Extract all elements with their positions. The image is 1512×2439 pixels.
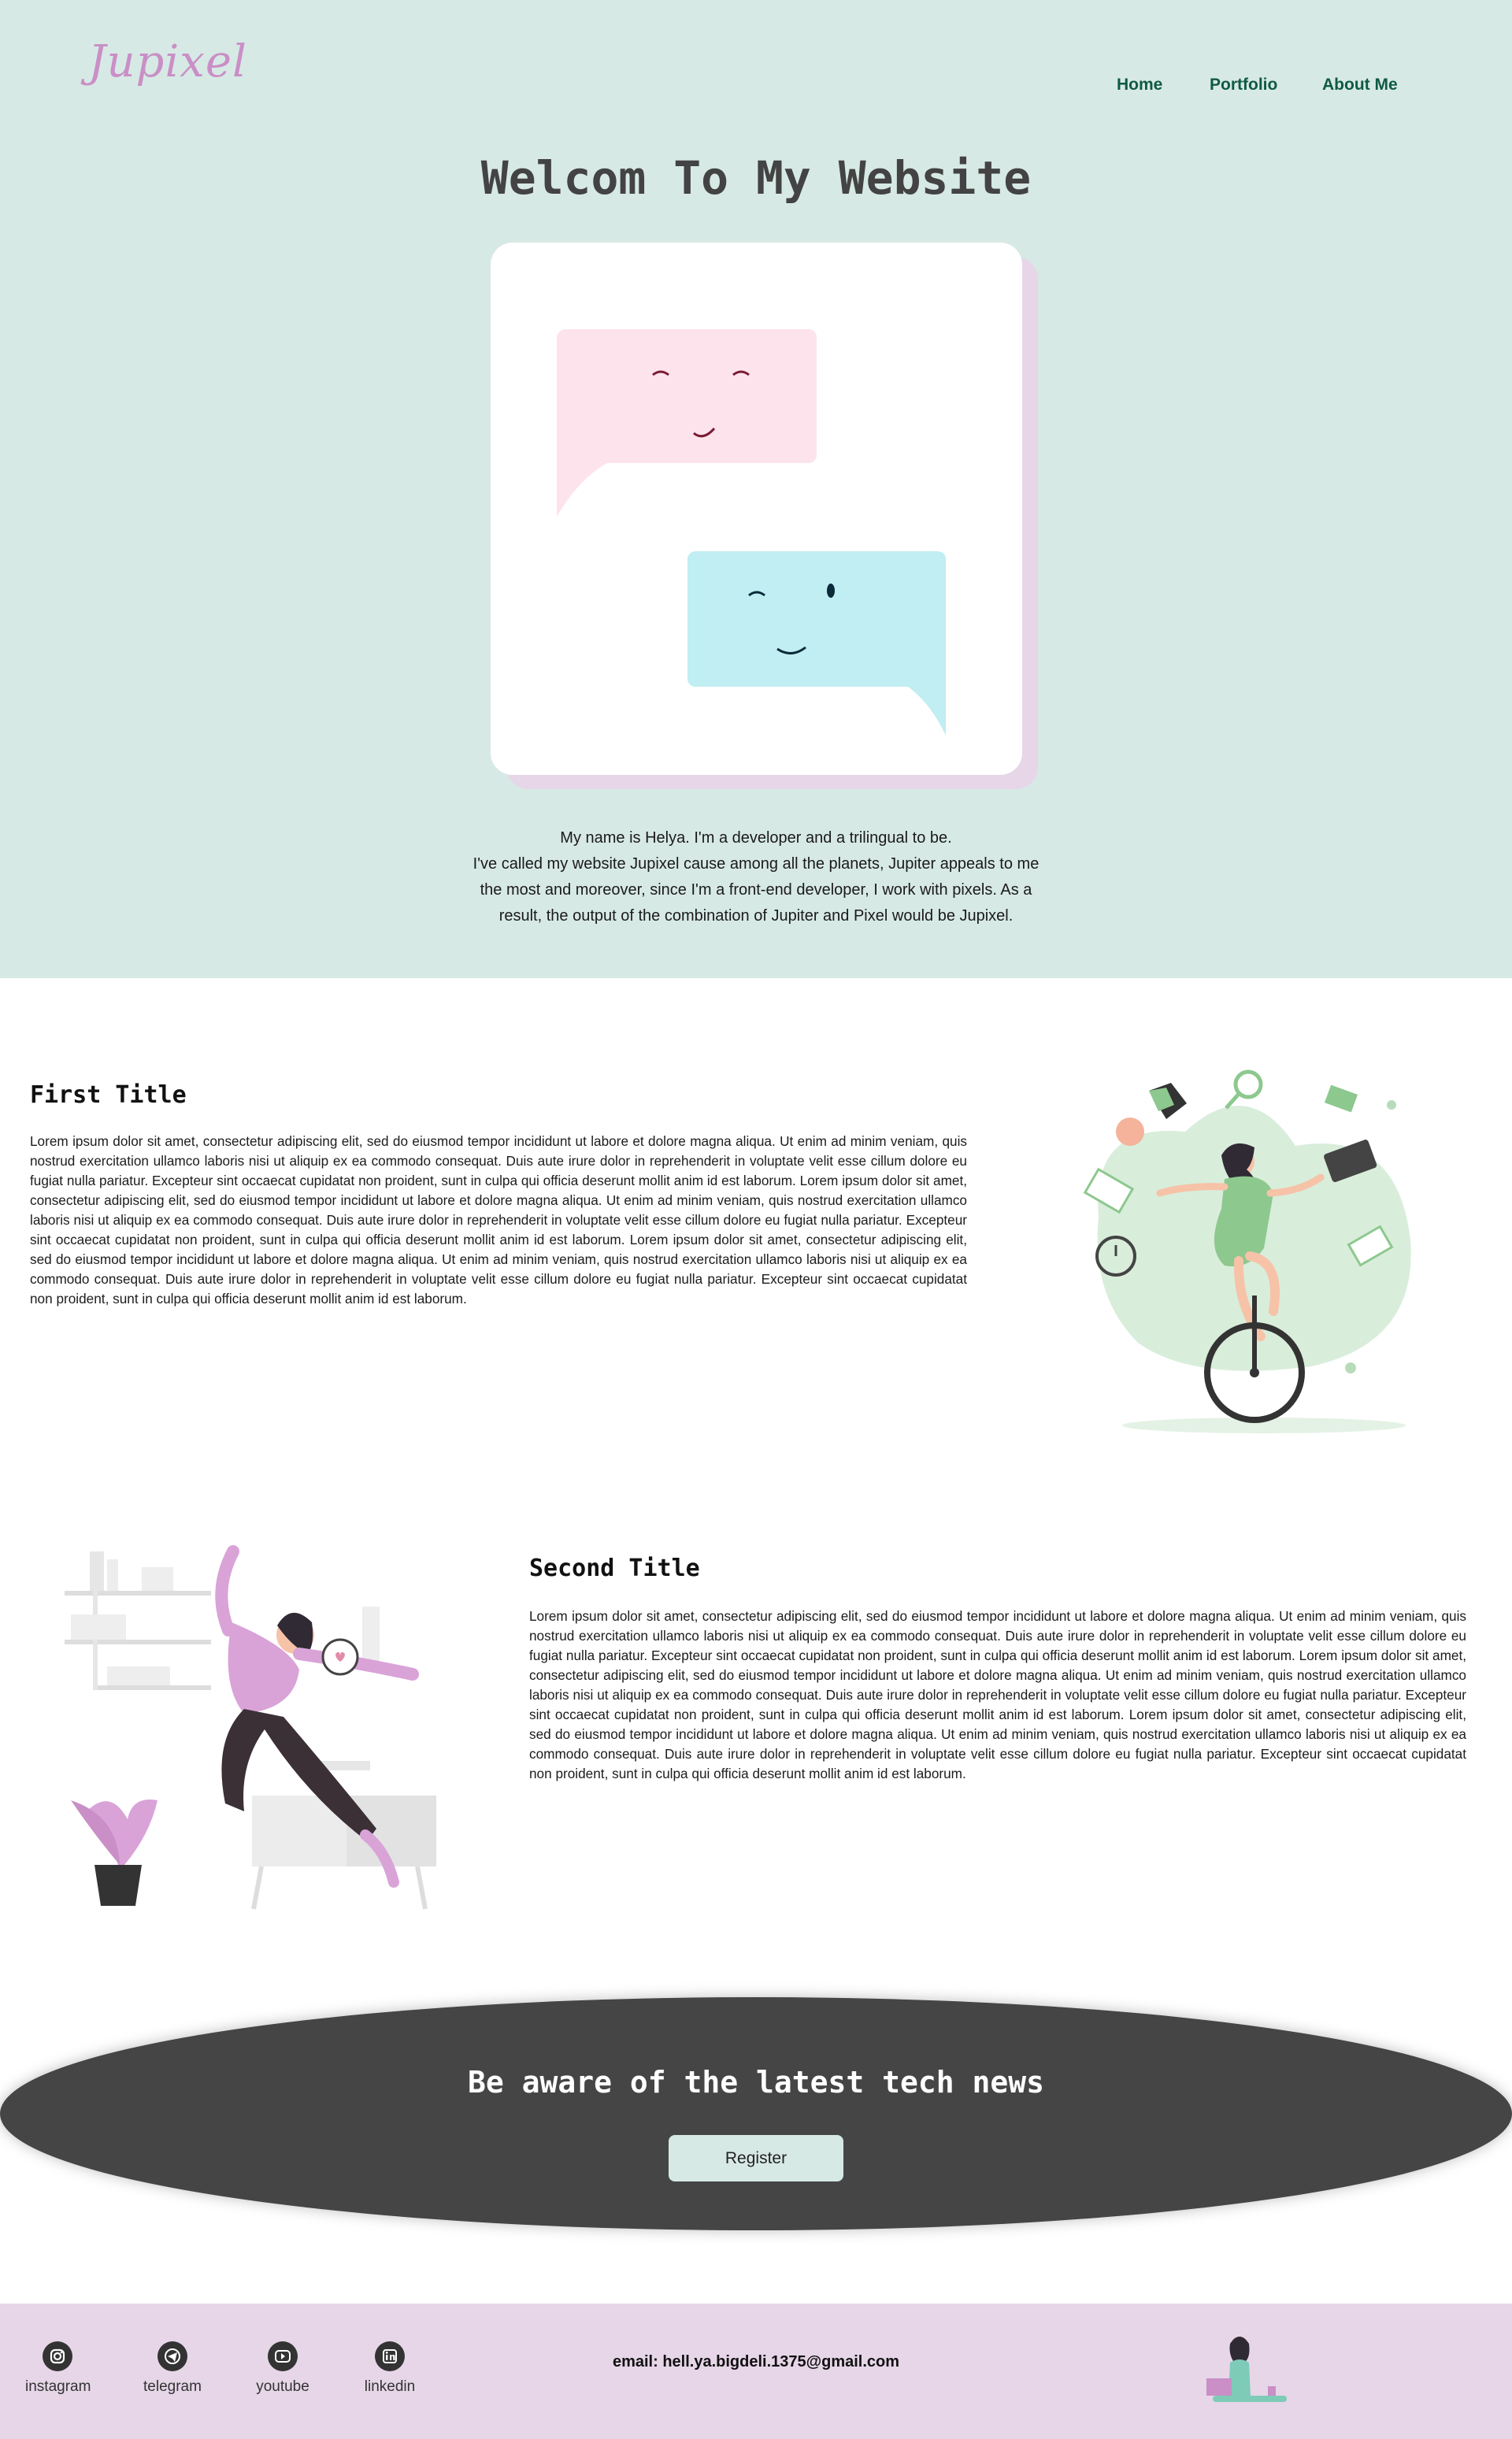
- chat-illustration-card: [491, 243, 1022, 775]
- chat-bubbles-illustration: [557, 328, 946, 736]
- section-1-title: First Title: [30, 1081, 187, 1109]
- social-link-instagram[interactable]: instagram: [25, 2341, 91, 2396]
- section-1-text: Lorem ipsum dolor sit amet, consectetur …: [30, 1133, 967, 1307]
- hero-title: Welcom To My Website: [480, 151, 1032, 205]
- telegram-icon: [158, 2341, 187, 2371]
- linkedin-icon: [375, 2341, 405, 2371]
- contact-email: email: hell.ya.bigdeli.1375@gmail.com: [612, 2353, 900, 2370]
- social-label: linkedin: [364, 2378, 416, 2395]
- social-label: youtube: [256, 2378, 309, 2395]
- bio-text: My name is Helya. I'm a developer and a …: [441, 825, 1071, 929]
- newsletter-title: Be aware of the latest tech news: [467, 2065, 1045, 2100]
- social-label: telegram: [143, 2378, 202, 2395]
- social-label: instagram: [25, 2378, 91, 2395]
- nav-about-link[interactable]: About Me: [1322, 76, 1398, 95]
- nav-home-link[interactable]: Home: [1117, 76, 1162, 95]
- section-2-text: Lorem ipsum dolor sit amet, consectetur …: [529, 1608, 1466, 1781]
- nav-portfolio-link[interactable]: Portfolio: [1210, 76, 1277, 95]
- dancing-woman-illustration: [65, 1545, 436, 1910]
- unicycle-woman-illustration: [1083, 1069, 1411, 1433]
- social-link-telegram[interactable]: telegram: [139, 2341, 206, 2396]
- social-link-linkedin[interactable]: linkedin: [359, 2341, 421, 2396]
- main-nav: Home Portfolio About Me: [1071, 76, 1512, 101]
- bio-line: I've called my website Jupixel cause amo…: [472, 855, 1040, 873]
- section-2-title: Second Title: [529, 1555, 700, 1582]
- woman-laptop-avatar: [1206, 2337, 1287, 2402]
- social-link-youtube[interactable]: youtube: [250, 2341, 315, 2396]
- bio-line: result, the output of the combination of…: [498, 907, 1014, 925]
- newsletter-banner: [0, 1997, 1512, 2230]
- register-button[interactable]: Register: [669, 2135, 843, 2181]
- instagram-icon: [43, 2341, 72, 2371]
- youtube-icon: [268, 2341, 298, 2371]
- bio-line: the most and moreover, since I'm a front…: [480, 881, 1032, 899]
- site-logo[interactable]: Jupixel: [88, 36, 247, 87]
- bio-line: My name is Helya. I'm a developer and a …: [560, 829, 952, 847]
